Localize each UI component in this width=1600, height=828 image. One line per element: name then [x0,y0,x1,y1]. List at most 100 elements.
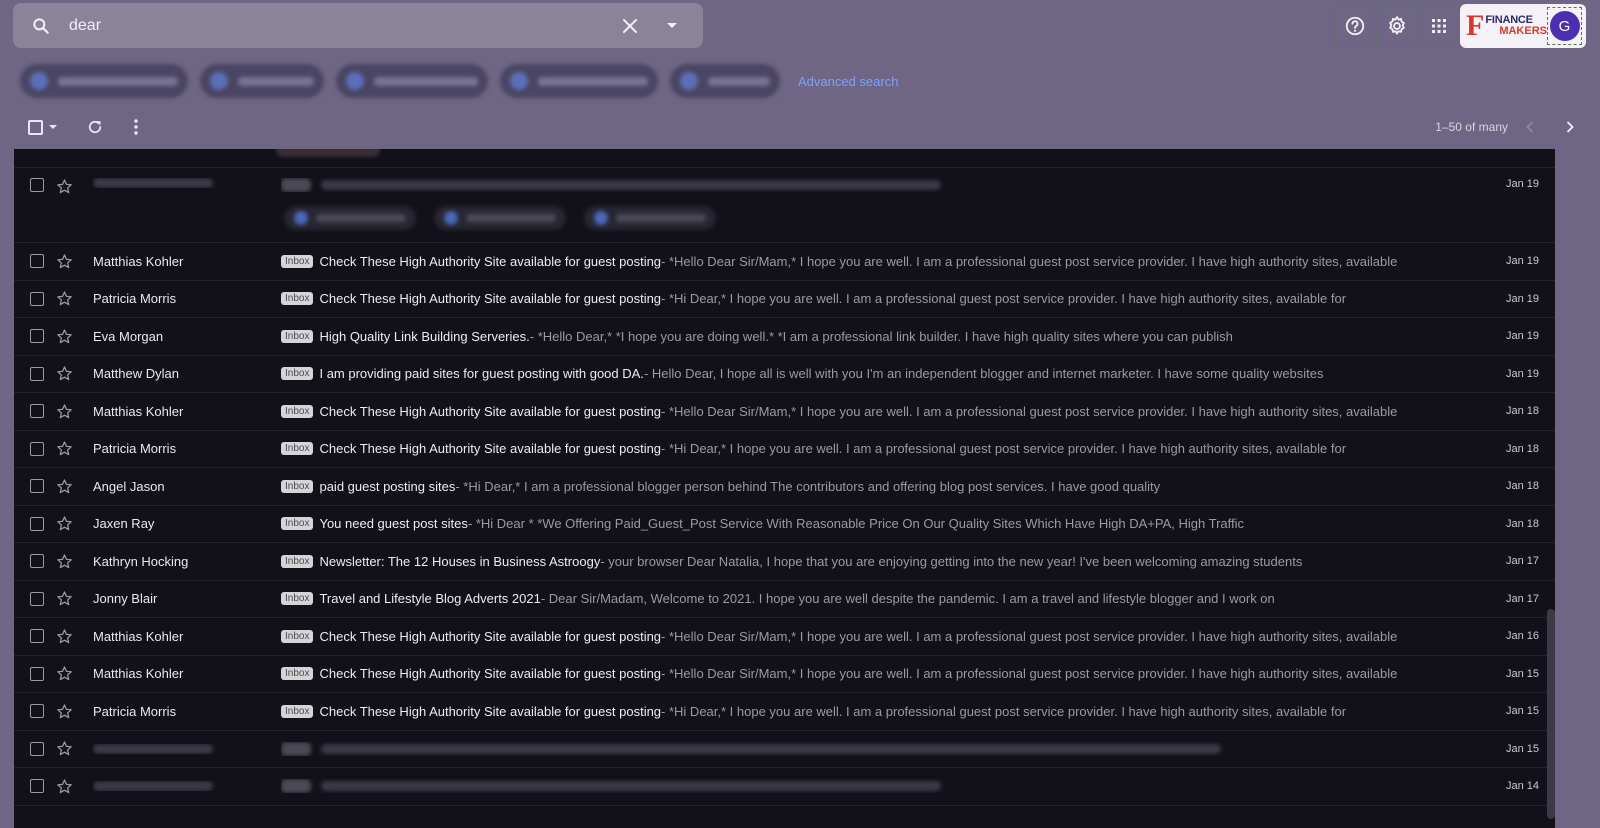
inbox-label[interactable]: Inbox [281,479,314,493]
email-subject: High Quality Link Building Serveries. [319,328,530,344]
email-row[interactable]: Matthias Kohler Inbox Check These High Aut… [14,656,1555,693]
inbox-label[interactable]: Inbox [281,404,314,418]
pager-text: 1–50 of many [1435,120,1508,134]
advanced-search-link[interactable]: Advanced search [798,74,898,89]
star-button[interactable] [56,778,74,795]
search-options-button[interactable] [651,5,693,47]
inbox-label[interactable]: Inbox [281,704,314,718]
email-row[interactable]: Matthias Kohler Inbox Check These High Aut… [14,618,1555,656]
inbox-label[interactable]: Inbox [281,592,314,606]
email-snippet: - *Hi Dear,* I hope you are well. I am a… [661,291,1347,307]
inbox-label[interactable]: Inbox [281,329,314,343]
row-checkbox[interactable] [30,479,44,494]
star-button[interactable] [56,665,74,682]
email-row[interactable]: Eva Morgan Inbox High Quality Link Buildin… [14,318,1555,356]
star-button[interactable] [56,703,74,720]
email-row[interactable]: Kathryn Hocking Inbox Newsletter: The 12 H… [14,543,1555,581]
inbox-label[interactable]: Inbox [281,254,314,268]
row-checkbox[interactable] [30,291,44,306]
settings-button[interactable] [1376,4,1418,48]
star-button[interactable] [56,478,74,495]
search-icon[interactable] [13,16,69,36]
email-content: Inbox Check These High Authority Site ava… [281,441,1483,456]
row-checkbox[interactable] [30,441,44,456]
row-checkbox[interactable] [30,178,44,192]
select-all-checkbox[interactable] [26,112,60,142]
attachment-chip[interactable] [284,206,416,230]
search-chip[interactable] [670,64,780,98]
email-row[interactable]: Matthias Kohler Inbox Check These High Aut… [14,243,1555,281]
email-row[interactable]: Angel Jason Inbox paid guest posting sites… [14,468,1555,506]
star-button[interactable] [56,328,74,345]
row-checkbox[interactable] [30,741,44,756]
support-button[interactable] [1334,4,1376,48]
row-checkbox[interactable] [30,704,44,719]
star-button[interactable] [56,515,74,532]
email-row[interactable]: Jan 14 [14,768,1555,806]
star-button[interactable] [56,740,74,757]
email-row[interactable]: Matthias Kohler Inbox Check These High Aut… [14,393,1555,431]
star-button[interactable] [56,178,74,195]
email-row[interactable]: Jan 15 [14,731,1555,768]
email-subject: Newsletter: The 12 Houses in Business As… [319,553,601,569]
inbox-label[interactable]: Inbox [281,554,314,568]
scrollbar[interactable] [1547,609,1555,819]
row-checkbox[interactable] [30,404,44,419]
star-button[interactable] [56,440,74,457]
email-row[interactable]: Jonny Blair Inbox Travel and Lifestyle Blo… [14,581,1555,618]
star-button[interactable] [56,403,74,420]
star-button[interactable] [56,253,74,270]
star-button[interactable] [56,290,74,307]
row-checkbox[interactable] [30,254,44,269]
email-date: Jan 15 [1505,667,1539,680]
email-subject: Check These High Authority Site availabl… [319,403,662,419]
email-content: Inbox Check These High Authority Site ava… [281,254,1483,269]
row-checkbox[interactable] [30,366,44,381]
attachment-chip[interactable] [434,206,566,230]
more-options-button[interactable] [124,112,148,142]
attachment-chip[interactable] [584,206,716,230]
row-checkbox[interactable] [30,666,44,681]
email-row[interactable]: Jaxen Ray Inbox You need guest post sites … [14,506,1555,543]
prev-page-button[interactable] [1526,121,1534,133]
inbox-label[interactable]: Inbox [281,442,314,456]
star-button[interactable] [56,628,74,645]
inbox-label[interactable]: Inbox [281,367,314,381]
email-row[interactable]: Matthew Dylan Inbox I am providing paid si… [14,356,1555,393]
inbox-label[interactable]: Inbox [281,667,314,681]
email-content: Inbox Check These High Authority Site ava… [281,704,1483,719]
row-checkbox[interactable] [30,779,44,794]
email-date: Jan 17 [1505,555,1539,568]
email-row[interactable]: Jan 19 [14,168,1555,243]
inbox-label[interactable]: Inbox [281,629,314,643]
apps-button[interactable] [1418,4,1460,48]
email-snippet: - Dear Sir/Madam, Welcome to 2021. I hop… [540,591,1275,607]
email-row[interactable]: Patricia Morris Inbox Check These High Aut… [14,281,1555,318]
row-checkbox[interactable] [30,591,44,606]
account-button[interactable]: G [1547,7,1582,45]
email-sender: Matthias Kohler [93,403,184,419]
row-checkbox[interactable] [30,516,44,531]
inbox-label[interactable]: Inbox [281,292,314,306]
search-chip[interactable] [500,64,658,98]
search-chip[interactable] [200,64,324,98]
search-chip[interactable] [336,64,488,98]
row-checkbox[interactable] [30,554,44,569]
clear-search-button[interactable] [609,5,651,47]
search-input[interactable] [69,16,609,35]
star-icon [57,591,72,606]
star-icon [57,441,72,456]
next-page-button[interactable] [1566,121,1574,133]
email-row[interactable]: Patricia Morris Inbox Check These High Aut… [14,431,1555,468]
row-checkbox[interactable] [30,629,44,644]
refresh-button[interactable] [80,112,110,142]
search-chip[interactable] [20,64,188,98]
row-checkbox[interactable] [30,329,44,344]
chevron-left-icon [1526,121,1534,133]
star-button[interactable] [56,365,74,382]
email-subject: You need guest post sites [319,516,468,532]
star-button[interactable] [56,553,74,570]
email-row[interactable]: Patricia Morris Inbox Check These High Aut… [14,693,1555,731]
inbox-label[interactable]: Inbox [281,517,314,531]
star-button[interactable] [56,590,74,607]
